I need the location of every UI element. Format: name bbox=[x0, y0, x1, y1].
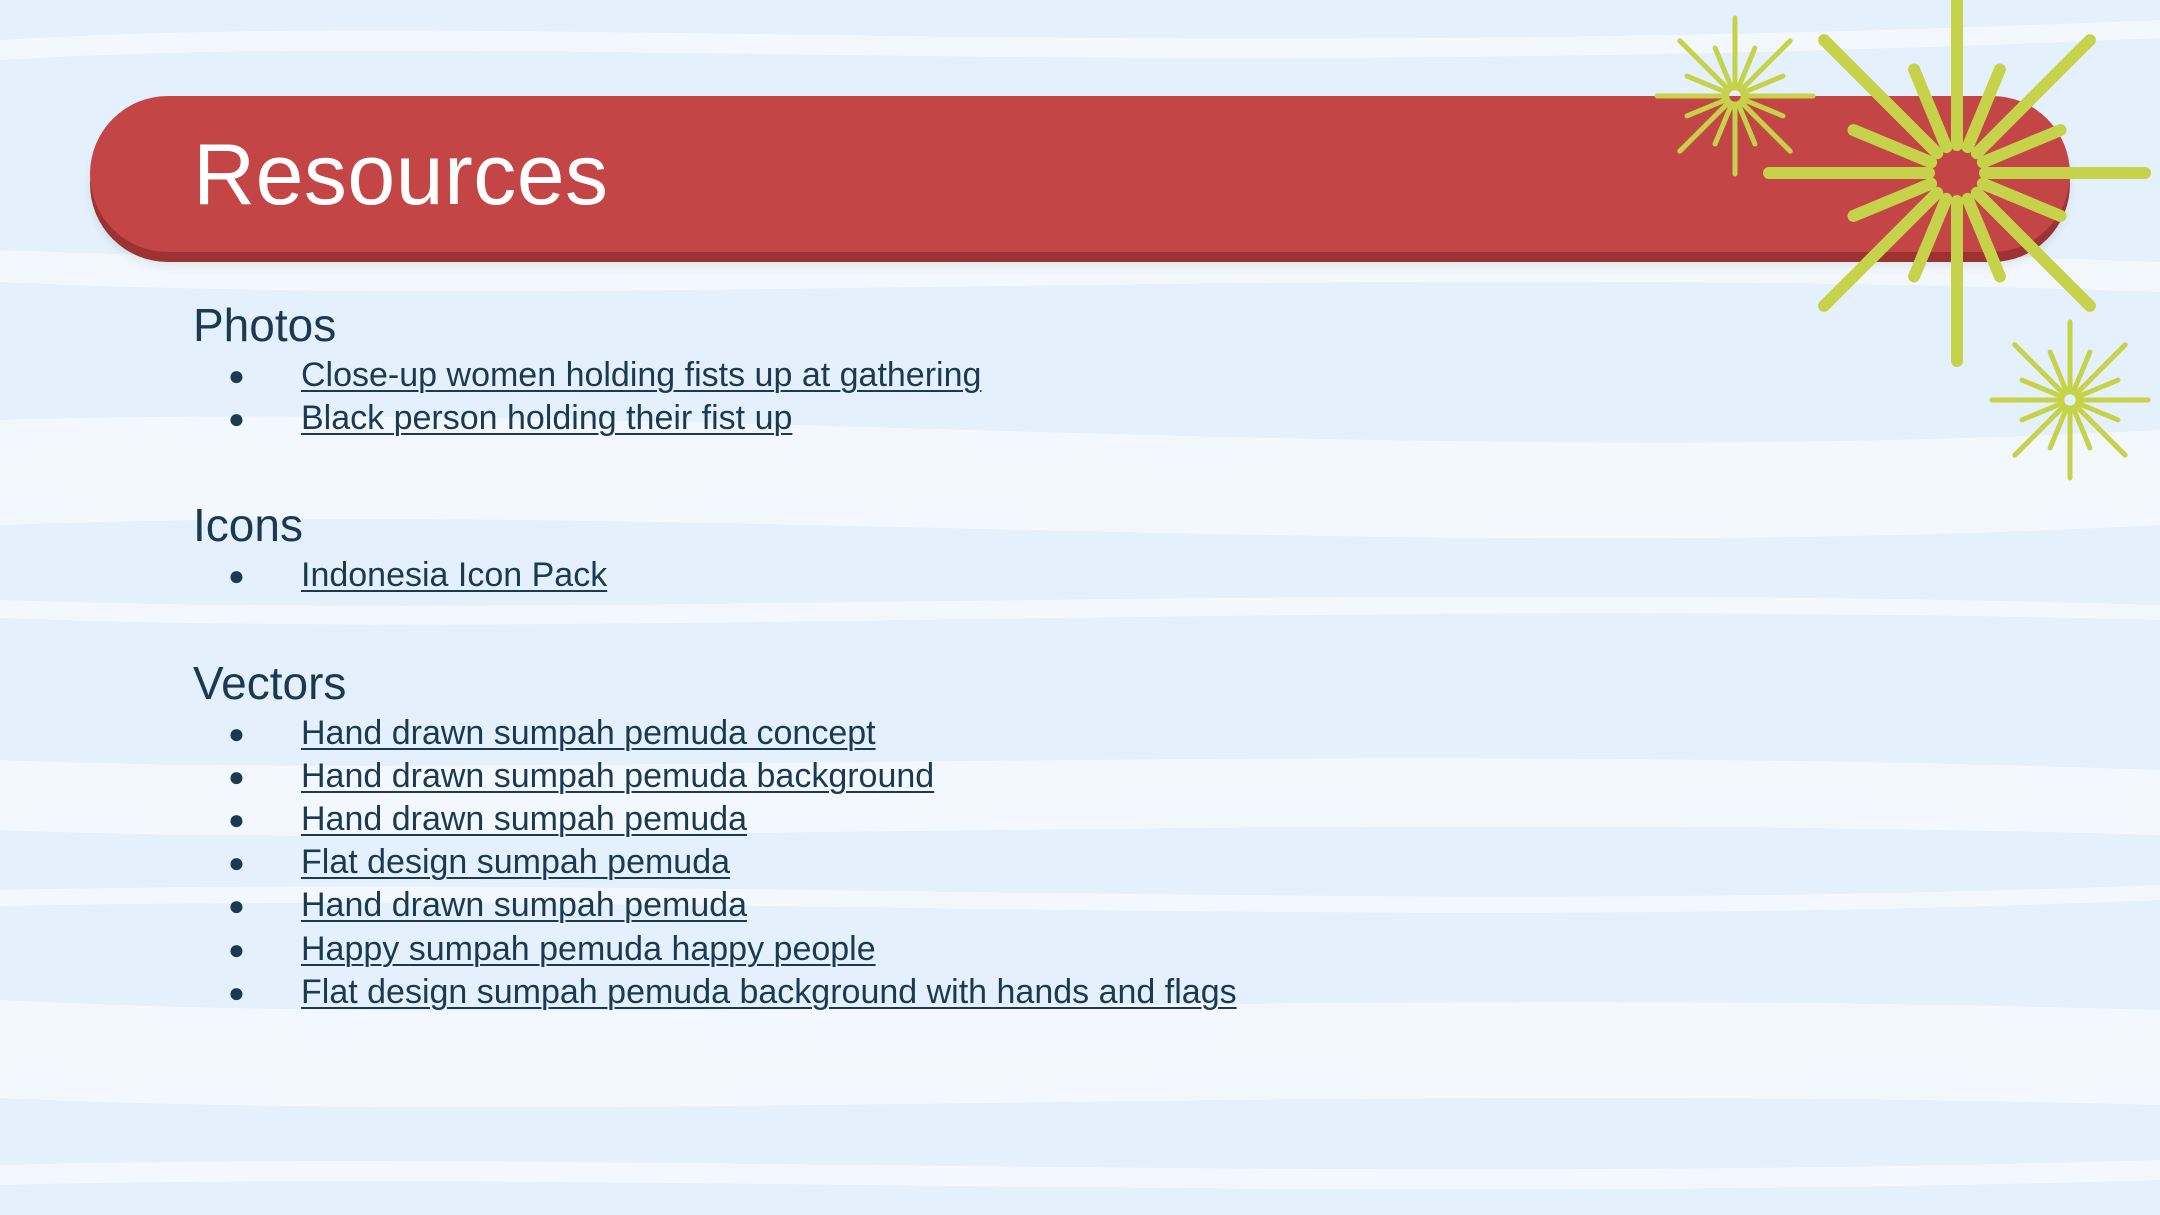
starburst-large-icon bbox=[1763, 0, 2151, 367]
resource-link[interactable]: Indonesia Icon Pack bbox=[301, 556, 607, 594]
resource-link[interactable]: Hand drawn sumpah pemuda concept bbox=[301, 714, 876, 752]
section-heading-photos: Photos bbox=[193, 299, 337, 351]
resource-link[interactable]: Hand drawn sumpah pemuda bbox=[301, 800, 747, 838]
photos-list: ● Close-up women holding fists up at gath… bbox=[193, 354, 1237, 440]
resource-link[interactable]: Flat design sumpah pemuda bbox=[301, 843, 730, 881]
list-item: ● Flat design sumpah pemuda background wi… bbox=[193, 971, 1237, 1014]
starburst-small-bottom-icon bbox=[1989, 319, 2151, 481]
section-heading-icons: Icons bbox=[193, 499, 303, 552]
list-item: ● Close-up women holding fists up at gath… bbox=[193, 354, 1237, 397]
bullet: ● bbox=[228, 717, 245, 749]
bullet: ● bbox=[228, 847, 245, 879]
bullet: ● bbox=[228, 560, 245, 592]
bullet: ● bbox=[228, 760, 245, 792]
resource-link[interactable]: Flat design sumpah pemuda background wit… bbox=[301, 973, 1237, 1011]
resource-link[interactable]: Hand drawn sumpah pemuda background bbox=[301, 757, 934, 795]
resource-link[interactable]: Happy sumpah pemuda happy people bbox=[301, 930, 876, 968]
bullet: ● bbox=[228, 803, 245, 835]
list-item: ● Happy sumpah pemuda happy people bbox=[193, 928, 1237, 971]
bullet: ● bbox=[228, 890, 245, 922]
bullet: ● bbox=[228, 933, 245, 965]
bullet: ● bbox=[228, 403, 245, 435]
list-item: ● Flat design sumpah pemuda bbox=[193, 841, 1237, 884]
list-item: ● Indonesia Icon Pack bbox=[193, 554, 1237, 597]
resource-link[interactable]: Close-up women holding fists up at gathe… bbox=[301, 356, 981, 394]
list-item: ● Hand drawn sumpah pemuda bbox=[193, 798, 1237, 841]
slide-title: Resources bbox=[193, 127, 609, 223]
list-item: ● Hand drawn sumpah pemuda background bbox=[193, 755, 1237, 798]
starburst-small-top-icon bbox=[1654, 15, 1816, 177]
resource-link[interactable]: Black person holding their fist up bbox=[301, 399, 792, 437]
icons-list: ● Indonesia Icon Pack bbox=[193, 554, 1237, 597]
list-item: ● Hand drawn sumpah pemuda concept bbox=[193, 712, 1237, 755]
bullet: ● bbox=[228, 360, 245, 391]
list-item: ● Hand drawn sumpah pemuda bbox=[193, 884, 1237, 927]
starburst-icon bbox=[1654, 0, 2151, 481]
bullet: ● bbox=[228, 976, 245, 1008]
resource-link[interactable]: Hand drawn sumpah pemuda bbox=[301, 886, 747, 924]
section-heading-vectors: Vectors bbox=[193, 656, 347, 709]
list-item: ● Black person holding their fist up bbox=[193, 397, 1237, 440]
vectors-list: ● Hand drawn sumpah pemuda concept ● Hand … bbox=[193, 712, 1237, 1014]
resource-list: Photos ● Close-up women holding fists up … bbox=[193, 296, 1237, 1014]
